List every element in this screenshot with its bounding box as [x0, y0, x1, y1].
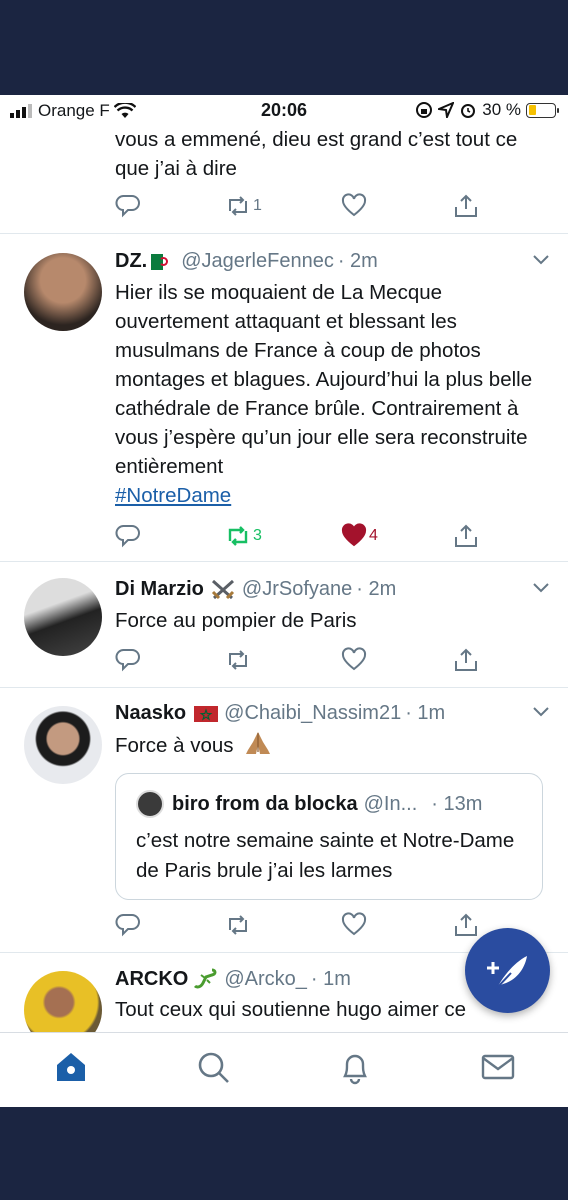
- quoted-tweet-text: c’est notre semaine sainte et Notre-Dame…: [136, 829, 515, 882]
- retweet-icon: [229, 196, 247, 216]
- heart-icon: [341, 193, 367, 217]
- battery-icon: [526, 102, 559, 118]
- share-icon: [455, 648, 477, 671]
- retweet-icon: [228, 526, 248, 546]
- tweet-actions: [115, 647, 485, 673]
- tweet-body: Hier ils se moquaient de La Mecque ouver…: [115, 281, 533, 478]
- tweet-text: Force à vous: [115, 730, 548, 760]
- heart-icon: [341, 523, 367, 547]
- lizard-icon: [194, 968, 217, 989]
- quoted-display-name: biro from da blocka: [172, 792, 358, 815]
- hashtag-link[interactable]: #NotreDame: [115, 484, 231, 507]
- retweet-icon: [229, 915, 247, 935]
- compose-tweet-button[interactable]: [465, 928, 550, 1013]
- tweet-actions: [115, 912, 485, 938]
- like-button[interactable]: [341, 193, 367, 219]
- share-icon: [455, 524, 477, 547]
- retweet-button[interactable]: [225, 912, 251, 938]
- timestamp: · 1m: [405, 702, 446, 724]
- reply-icon: [115, 914, 140, 937]
- display-name[interactable]: Di Marzio: [115, 578, 204, 601]
- tweet-header: Naasko @Chaibi_Nassim21 · 1m: [115, 702, 550, 725]
- rotation-lock-icon: [416, 102, 433, 118]
- reply-icon: [115, 525, 140, 548]
- retweet-count: 3: [253, 527, 262, 544]
- morocco-flag-icon: [194, 705, 219, 722]
- timestamp: · 2m: [356, 578, 397, 600]
- tweet-1-actions: 3 4: [115, 523, 485, 549]
- retweet-button[interactable]: 1: [225, 193, 262, 219]
- status-right: 30 %: [415, 100, 559, 120]
- timestamp: · 1m: [310, 967, 351, 990]
- tweet-header: Di Marzio @JrSofyane · 2m: [115, 578, 550, 601]
- tweet-text: Force au pompier de Paris: [115, 609, 357, 632]
- messages-icon[interactable]: [480, 1049, 516, 1085]
- display-name[interactable]: ARCKO: [115, 968, 188, 991]
- share-button[interactable]: [453, 647, 479, 673]
- location-icon: [438, 102, 455, 118]
- handle[interactable]: @Chaibi_Nassim21: [224, 702, 401, 725]
- handle[interactable]: @JagerleFennec: [181, 250, 334, 273]
- reply-icon: [115, 649, 140, 672]
- algeria-flag-icon: [151, 253, 176, 270]
- like-count: 4: [369, 527, 378, 544]
- share-icon: [455, 194, 477, 217]
- like-button[interactable]: [341, 912, 367, 938]
- avatar[interactable]: [24, 253, 102, 331]
- tweet-3[interactable]: Naasko @Chaibi_Nassim21 · 1m Force à vou…: [0, 689, 568, 953]
- avatar[interactable]: [24, 706, 102, 784]
- reply-button[interactable]: [115, 912, 141, 938]
- bottom-tab-bar: [0, 1032, 568, 1107]
- tweet-body: Force à vous: [115, 734, 234, 757]
- alarm-icon: [461, 104, 476, 118]
- quoted-handle: @In...: [363, 792, 418, 815]
- home-icon[interactable]: [53, 1049, 89, 1085]
- heart-icon: [341, 912, 367, 936]
- notifications-icon[interactable]: [337, 1049, 373, 1085]
- reply-icon: [115, 195, 140, 218]
- quoted-tweet[interactable]: biro from da blocka @In... · 13m c’est n…: [115, 773, 543, 900]
- chevron-down-icon[interactable]: [532, 582, 550, 594]
- retweet-button[interactable]: [225, 647, 251, 673]
- quoted-avatar: [136, 790, 164, 818]
- avatar[interactable]: [24, 578, 102, 656]
- heart-icon: [341, 647, 367, 671]
- handle[interactable]: @Arcko_: [224, 968, 307, 991]
- quoted-tweet-header: biro from da blocka @In... · 13m: [136, 790, 530, 818]
- screen: Orange F 20:06 30 % vous a emmené, dieu …: [0, 95, 568, 1107]
- share-button[interactable]: [453, 193, 479, 219]
- search-icon[interactable]: [195, 1049, 231, 1085]
- handle[interactable]: @JrSofyane: [242, 578, 352, 601]
- tweet-text: vous a emmené, dieu est grand c’est tout…: [115, 128, 518, 180]
- like-button[interactable]: [341, 647, 367, 673]
- retweet-icon: [229, 650, 247, 670]
- status-bar: Orange F 20:06 30 %: [0, 95, 568, 125]
- chevron-down-icon[interactable]: [532, 254, 550, 266]
- chevron-down-icon[interactable]: [532, 706, 550, 718]
- reply-button[interactable]: [115, 523, 141, 549]
- tweet-header: DZ. @JagerleFennec · 2m: [115, 250, 550, 273]
- reply-button[interactable]: [115, 193, 141, 219]
- retweet-count: 1: [253, 197, 262, 214]
- reply-button[interactable]: [115, 647, 141, 673]
- quoted-timestamp: · 13m: [431, 792, 483, 815]
- tweet-1[interactable]: DZ. @JagerleFennec · 2m Hier ils se moqu…: [0, 235, 568, 562]
- like-button[interactable]: 4: [341, 523, 378, 549]
- display-name[interactable]: Naasko: [115, 702, 186, 725]
- share-button[interactable]: [453, 523, 479, 549]
- retweet-button[interactable]: 3: [225, 523, 262, 549]
- tweet-2[interactable]: Di Marzio @JrSofyane · 2m Force au pompi…: [0, 563, 568, 688]
- timestamp: · 2m: [337, 250, 378, 272]
- battery-percent: 30 %: [482, 100, 521, 119]
- crossed-swords-icon: [211, 579, 234, 599]
- tweet-actions: 1: [115, 193, 485, 219]
- compose-feather-icon: [487, 956, 527, 991]
- tweet-text: Hier ils se moquaient de La Mecque ouver…: [115, 278, 548, 510]
- display-name[interactable]: DZ.: [115, 250, 147, 273]
- folded-hands-icon: [246, 732, 271, 754]
